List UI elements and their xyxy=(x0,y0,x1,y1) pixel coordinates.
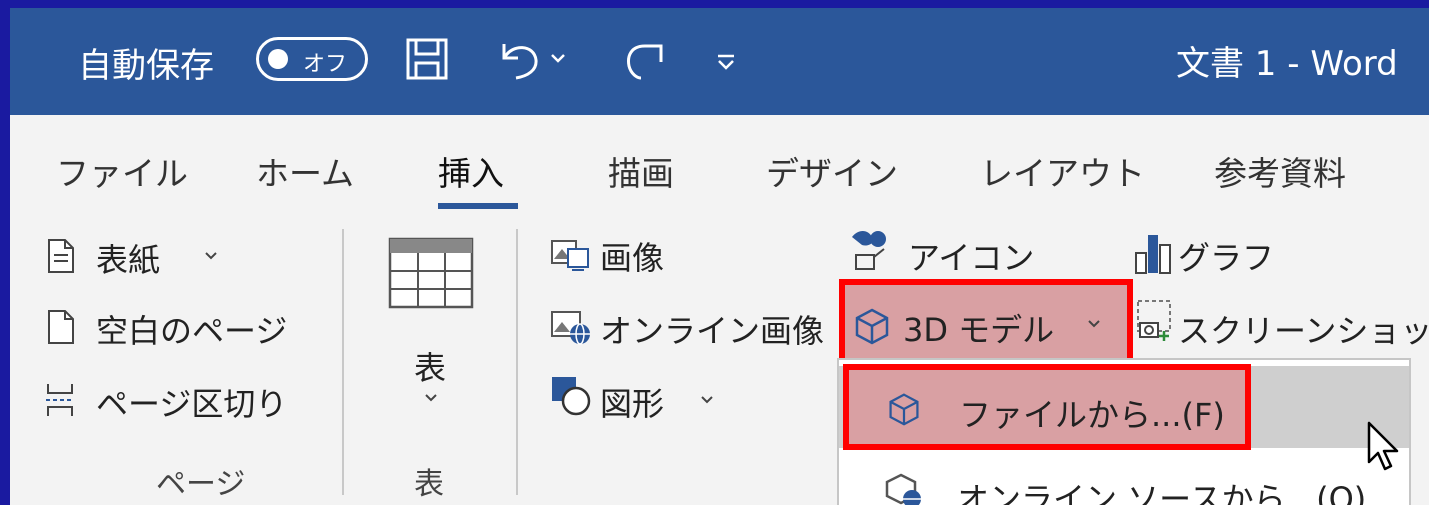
page-break-icon xyxy=(44,381,76,419)
online-picture-icon xyxy=(550,308,592,346)
tab-layout[interactable]: レイアウト xyxy=(980,147,1145,195)
3d-models-dropdown: ファイルから...(F) オンライン ソースから...(O) xyxy=(837,358,1411,505)
save-icon[interactable] xyxy=(404,36,450,82)
3d-cube-icon xyxy=(855,308,889,345)
picture-icon xyxy=(550,237,590,273)
customize-qat-icon[interactable] xyxy=(716,54,736,70)
pages-group-label: ページ xyxy=(156,467,246,502)
mouse-cursor-icon xyxy=(1366,420,1404,474)
autosave-toggle[interactable]: オフ xyxy=(256,37,368,81)
cover-page-button[interactable]: 表紙 xyxy=(44,233,234,279)
title-bar: 自動保存 オフ 文書 1 - Word xyxy=(10,8,1429,115)
3d-cube-icon xyxy=(889,393,919,426)
shapes-icon xyxy=(550,375,592,417)
tab-draw[interactable]: 描画 xyxy=(608,147,674,195)
table-icon xyxy=(388,237,474,309)
tab-insert[interactable]: 挿入 xyxy=(438,147,504,195)
chevron-down-icon xyxy=(205,252,217,260)
tab-design[interactable]: デザイン xyxy=(766,147,898,195)
table-button[interactable]: 表 xyxy=(388,237,478,487)
from-file-label: ファイルから...(F) xyxy=(959,396,1225,434)
menu-item-from-file[interactable]: ファイルから...(F) xyxy=(843,364,1251,450)
icons-icon xyxy=(848,227,896,273)
document-title: 文書 1 - Word xyxy=(1176,44,1398,84)
active-tab-underline xyxy=(438,203,518,209)
chart-button[interactable]: グラフ xyxy=(1178,233,1274,279)
undo-icon[interactable] xyxy=(498,36,542,82)
group-separator xyxy=(342,229,344,495)
undo-dropdown-icon[interactable] xyxy=(550,52,566,64)
picture-button[interactable]: 画像 xyxy=(600,233,664,279)
chart-icon xyxy=(1134,231,1174,275)
chevron-down-icon xyxy=(1088,320,1100,328)
tab-home[interactable]: ホーム xyxy=(256,147,354,195)
screenshot-button[interactable]: スクリーンショット xyxy=(1178,306,1429,352)
cover-page-label: 表紙 xyxy=(96,241,161,279)
3d-models-label: 3D モデル xyxy=(903,311,1055,349)
toggle-knob xyxy=(268,49,288,69)
online-3d-icon xyxy=(885,473,921,505)
screenshot-icon xyxy=(1136,299,1172,343)
autosave-state: オフ xyxy=(303,52,348,77)
word-window: 自動保存 オフ 文書 1 - Word ファイル ホーム 挿入 描画 デザイン … xyxy=(10,8,1429,505)
redo-icon[interactable] xyxy=(623,36,667,82)
online-sources-label: オンライン ソースから...(O) xyxy=(957,480,1367,505)
autosave-label: 自動保存 xyxy=(78,46,214,86)
group-separator xyxy=(516,229,518,495)
shapes-label: 図形 xyxy=(600,385,665,423)
table-button-label: 表 xyxy=(414,349,447,387)
tab-references[interactable]: 参考資料 xyxy=(1214,147,1346,195)
chevron-down-icon xyxy=(425,394,437,402)
page-break-button[interactable]: ページ区切り xyxy=(96,379,287,425)
tables-group-label: 表 xyxy=(414,467,444,502)
menu-item-online-sources[interactable]: オンライン ソースから...(O) xyxy=(839,460,1409,505)
tab-file[interactable]: ファイル xyxy=(56,147,188,195)
online-picture-button[interactable]: オンライン画像 xyxy=(600,306,824,352)
shapes-button[interactable]: 図形 xyxy=(596,377,736,423)
blank-page-button[interactable]: 空白のページ xyxy=(96,306,287,352)
chevron-down-icon xyxy=(701,396,713,404)
blank-page-icon xyxy=(46,308,76,346)
icons-button[interactable]: アイコン xyxy=(908,233,1034,279)
